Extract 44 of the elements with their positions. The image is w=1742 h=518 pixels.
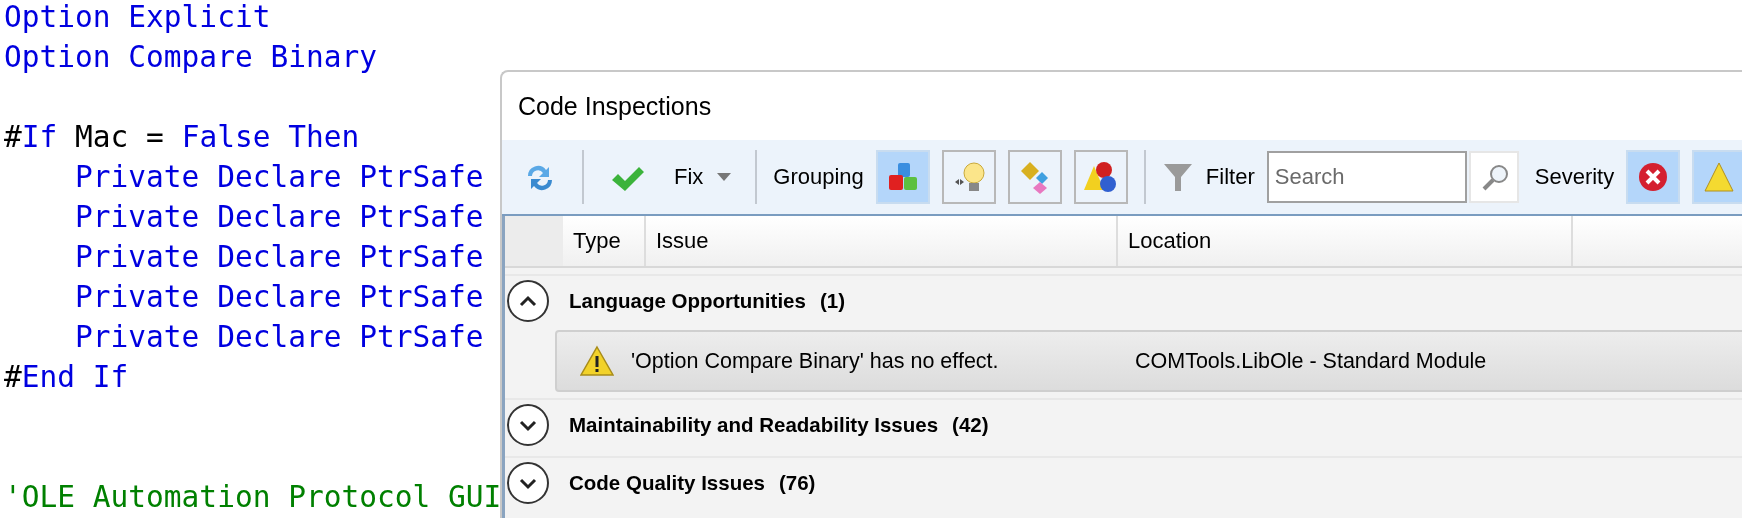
search-field[interactable]: Search [1266, 151, 1467, 203]
group-count: (1) [819, 289, 845, 313]
severity-toggle[interactable] [1626, 150, 1681, 204]
grouping-toggle[interactable] [875, 150, 930, 204]
grouping-label: Grouping [773, 164, 864, 190]
grouping-toggle[interactable] [941, 150, 996, 204]
code-line: Private Declare PtrSafe [74, 199, 484, 236]
code-line: Private Declare PtrSafe [74, 319, 484, 356]
expand-toggle[interactable] [507, 404, 549, 446]
code-line: #End If [3, 359, 129, 396]
window-title: Code Inspections [517, 90, 713, 122]
issue-row[interactable]: 'Option Compare Binary' has no effect. COMTools.LibOle - Standard Module [555, 330, 1742, 392]
issue-location: COMTools.LibOle - Standard Module [1135, 348, 1487, 374]
group-title: Code Quality Issues [569, 471, 765, 495]
column-header[interactable]: Issue [646, 216, 1118, 266]
code-line: Private Declare PtrSafe [74, 239, 484, 276]
code-line: Option Explicit [3, 0, 271, 36]
error-icon [1637, 161, 1670, 193]
group-count: (76) [778, 471, 816, 495]
search-button[interactable] [1468, 151, 1519, 203]
expand-toggle[interactable] [507, 280, 549, 322]
column-header[interactable]: Type [563, 216, 646, 266]
code-line: Private Declare PtrSafe [74, 279, 484, 316]
severity-toggle[interactable] [1692, 150, 1742, 204]
group-count: (42) [952, 413, 989, 437]
fix-dropdown[interactable]: Fix [666, 164, 740, 190]
severity-label: Severity [1534, 164, 1615, 190]
caret-icon [717, 173, 732, 181]
warning-icon [1703, 161, 1736, 193]
warning-icon [580, 344, 614, 378]
code-line: Private Declare PtrSafe [74, 159, 484, 196]
group-title: Language Opportunities [569, 289, 806, 313]
filter-label: Filter [1205, 164, 1255, 190]
code-line: #If Mac = False Then [3, 119, 360, 156]
grouping-toggle[interactable] [1073, 150, 1128, 204]
warning-error-info-icon [1083, 160, 1118, 194]
issue-message: 'Option Compare Binary' has no effect. [630, 348, 1000, 374]
group-title: Maintainability and Readability Issues [569, 413, 939, 437]
expand-toggle[interactable] [507, 462, 549, 504]
code-line: 'OLE Automation Protocol GUI [3, 479, 502, 516]
filter-icon [1161, 161, 1194, 193]
grouping-toggle[interactable] [1007, 150, 1062, 204]
column-header[interactable]: Location [1118, 216, 1573, 266]
code-line: Option Compare Binary [3, 39, 377, 76]
